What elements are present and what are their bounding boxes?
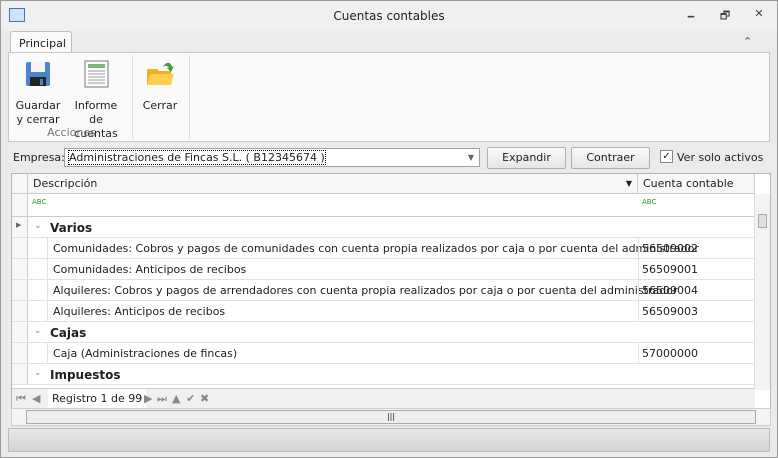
descripcion-cell: Alquileres: Anticipos de recibos bbox=[53, 305, 226, 318]
filter-abc-icon[interactable]: ABC bbox=[32, 198, 46, 206]
descripcion-cell: Alquileres: Cobros y pagos de arrendador… bbox=[53, 284, 678, 297]
close-form-button[interactable]: Cerrar bbox=[139, 59, 181, 113]
cuenta-cell: 56509001 bbox=[642, 263, 698, 276]
restore-button[interactable]: 🗗 bbox=[715, 7, 735, 23]
column-header-descripcion[interactable]: Descripción ▼ bbox=[28, 174, 638, 194]
save-label-2: y cerrar bbox=[16, 113, 60, 126]
filter-bar: Empresa: Administraciones de Fincas S.L.… bbox=[8, 144, 770, 172]
title-bar: Cuentas contables 🗕 🗗 ✕ bbox=[1, 1, 777, 31]
header-label: Descripción bbox=[33, 177, 98, 190]
empresa-value: Administraciones de Fincas S.L. ( B12345… bbox=[68, 150, 326, 165]
row-indicator bbox=[12, 259, 28, 279]
group-label: Varios bbox=[50, 221, 93, 235]
group-label-acciones: Acciones bbox=[47, 126, 96, 139]
cell-divider bbox=[638, 259, 639, 279]
ribbon: Guardar y cerrar Informe de cuentas Cerr… bbox=[8, 52, 770, 142]
indicator-header bbox=[12, 174, 28, 194]
save-check-icon[interactable]: ✔ bbox=[186, 392, 195, 405]
group-label: Cajas bbox=[50, 326, 87, 340]
status-bar bbox=[8, 428, 770, 452]
record-counter: Registro 1 de 99 bbox=[48, 389, 147, 408]
save-icon bbox=[26, 62, 50, 86]
minimize-button[interactable]: 🗕 bbox=[681, 7, 701, 23]
cuenta-cell: 56509003 bbox=[642, 305, 698, 318]
next-record-icon[interactable]: ▶ bbox=[144, 392, 152, 405]
up-icon[interactable]: ▲ bbox=[172, 392, 180, 405]
close-button[interactable]: ✕ bbox=[749, 7, 769, 23]
chevron-down-icon[interactable]: ⌄ bbox=[34, 326, 42, 336]
group-row[interactable]: ▶ ⌄ Varios bbox=[12, 217, 755, 238]
column-header-cuenta[interactable]: Cuenta contable bbox=[638, 174, 755, 194]
collapse-ribbon-button[interactable]: ⌃ bbox=[743, 35, 752, 48]
solo-activos-checkbox[interactable]: ✓ bbox=[660, 150, 673, 163]
cell-divider bbox=[638, 301, 639, 321]
chevron-down-icon[interactable]: ⌄ bbox=[34, 221, 42, 231]
table-row[interactable]: Alquileres: Anticipos de recibos 56509003 bbox=[12, 301, 755, 322]
cell-divider bbox=[638, 343, 639, 363]
indent bbox=[28, 259, 48, 279]
cuenta-cell: 56509004 bbox=[642, 284, 698, 297]
accounts-grid: Descripción ▼ Cuenta contable ABC ABC ▶ ⌄ V… bbox=[11, 173, 771, 409]
expand-button[interactable]: Expandir bbox=[487, 147, 566, 169]
sort-dropdown-icon[interactable]: ▼ bbox=[626, 179, 632, 188]
row-indicator bbox=[12, 364, 28, 384]
window: Cuentas contables 🗕 🗗 ✕ Principal ⌃ Guar… bbox=[0, 0, 778, 458]
indent bbox=[28, 238, 48, 258]
horizontal-scrollbar[interactable]: ||| bbox=[11, 408, 771, 426]
table-row[interactable]: Alquileres: Cobros y pagos de arrendador… bbox=[12, 280, 755, 301]
row-indicator bbox=[12, 322, 28, 342]
folder-close-icon bbox=[147, 62, 174, 85]
data-navigator: ⏮ ◀ Registro 1 de 99 ▶ ⏭ ▲ ✔ ✖ bbox=[12, 388, 755, 408]
cuenta-cell: 56509002 bbox=[642, 242, 698, 255]
prev-record-icon[interactable]: ◀ bbox=[32, 392, 40, 405]
first-record-icon[interactable]: ⏮ bbox=[16, 392, 26, 406]
window-title: Cuentas contables bbox=[333, 9, 445, 23]
indent bbox=[28, 343, 48, 363]
empresa-combobox[interactable]: Administraciones de Fincas S.L. ( B12345… bbox=[64, 148, 480, 167]
chevron-down-icon[interactable]: ▼ bbox=[463, 149, 479, 166]
cuenta-cell: 57000000 bbox=[642, 347, 698, 360]
auto-filter-row[interactable]: ABC ABC bbox=[12, 194, 755, 217]
close-label: Cerrar bbox=[142, 99, 178, 112]
save-label: Guardar bbox=[15, 99, 61, 112]
tab-principal[interactable]: Principal bbox=[10, 31, 72, 53]
separator bbox=[189, 55, 190, 139]
indent bbox=[28, 280, 48, 300]
scroll-thumb[interactable] bbox=[758, 214, 767, 228]
indent bbox=[28, 301, 48, 321]
chevron-down-icon[interactable]: ⌄ bbox=[34, 368, 42, 378]
row-indicator bbox=[12, 280, 28, 300]
group-label: Impuestos bbox=[50, 368, 121, 382]
vertical-scrollbar[interactable] bbox=[754, 194, 770, 390]
filter-pin-icon bbox=[12, 194, 28, 216]
table-row[interactable]: Comunidades: Anticipos de recibos 5650900… bbox=[12, 259, 755, 280]
report-icon bbox=[84, 60, 109, 88]
table-row[interactable]: Comunidades: Cobros y pagos de comunidad… bbox=[12, 238, 755, 259]
cancel-icon[interactable]: ✖ bbox=[200, 392, 209, 405]
report-label: Informe de bbox=[74, 99, 118, 126]
table-row[interactable]: Caja (Administraciones de fincas) 5700000… bbox=[12, 343, 755, 364]
cell-divider bbox=[638, 280, 639, 300]
empresa-label: Empresa: bbox=[13, 151, 65, 164]
descripcion-cell: Comunidades: Anticipos de recibos bbox=[53, 263, 247, 276]
save-close-button[interactable]: Guardar y cerrar bbox=[15, 59, 61, 127]
row-indicator bbox=[12, 343, 28, 363]
row-indicator: ▶ bbox=[12, 217, 28, 237]
last-record-icon[interactable]: ⏭ bbox=[157, 392, 167, 406]
group-row[interactable]: ⌄ Cajas bbox=[12, 322, 755, 343]
descripcion-cell: Comunidades: Cobros y pagos de comunidad… bbox=[53, 242, 699, 255]
descripcion-cell: Caja (Administraciones de fincas) bbox=[53, 347, 238, 360]
filter-abc-icon[interactable]: ABC bbox=[642, 198, 656, 206]
row-indicator bbox=[12, 238, 28, 258]
solo-activos-label: Ver solo activos bbox=[677, 151, 764, 164]
group-row[interactable]: ⌄ Impuestos bbox=[12, 364, 755, 385]
collapse-button[interactable]: Contraer bbox=[571, 147, 650, 169]
scroll-thumb[interactable]: ||| bbox=[26, 410, 756, 424]
cell-divider bbox=[638, 238, 639, 258]
row-indicator bbox=[12, 301, 28, 321]
